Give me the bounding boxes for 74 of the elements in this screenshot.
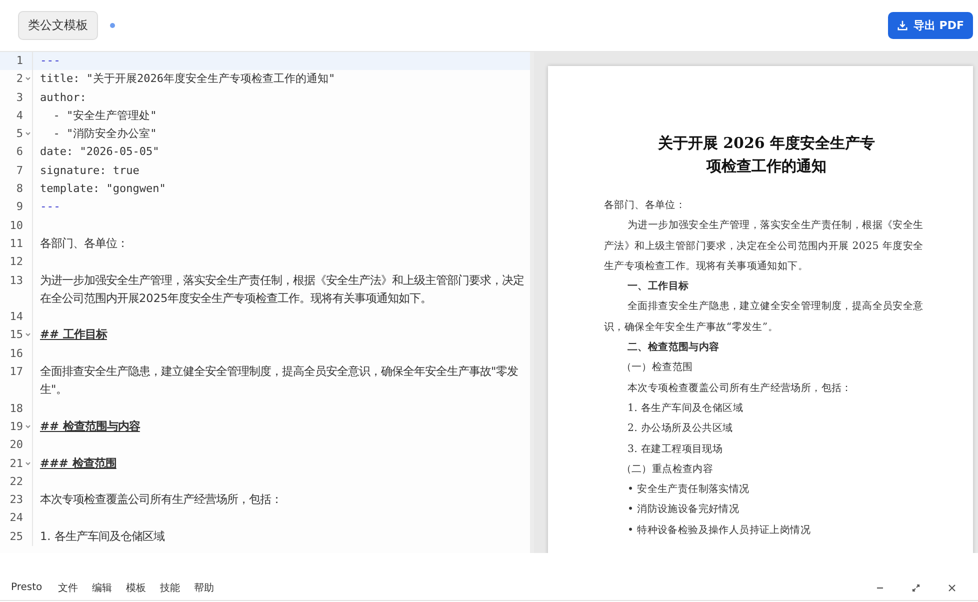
line-number: 11 (10, 236, 23, 252)
yaml-line: title: "关于开展2026年度安全生产专项检查工作的通知" (40, 72, 336, 86)
document-title: 关于开展 2026 年度安全生产专 (658, 133, 876, 154)
line-number: 3 (16, 90, 23, 106)
menu-item[interactable]: 技能 (160, 580, 180, 594)
list-item: 3. 在建工程项目现场 (626, 442, 724, 457)
line-number: 8 (16, 181, 23, 198)
line-number: 13 (10, 272, 23, 289)
list-item: 本次专项检查覆盖公司所有生产经营场所，包括： (626, 382, 853, 396)
yaml-line: signature: true (40, 164, 140, 177)
line-number: 22 (10, 474, 23, 490)
fold-chevron-icon[interactable] (25, 332, 31, 338)
yaml-line: date: "2026-05-05" (40, 145, 160, 158)
markdown-heading: ## 工作目标 (40, 328, 107, 342)
line-number: 4 (16, 108, 23, 124)
section-heading: 一、工作目标 (626, 280, 690, 294)
maximize-button[interactable] (911, 582, 921, 592)
frontmatter-delimiter: --- (40, 54, 60, 67)
line-number: 15 (10, 327, 23, 344)
line-number: 19 (10, 418, 23, 435)
yaml-line: template: "gongwen" (40, 182, 166, 196)
line-number: 1 (16, 53, 23, 69)
line-number: 5 (16, 126, 23, 142)
fold-chevron-icon[interactable] (25, 76, 31, 82)
download-icon (897, 20, 908, 31)
yaml-line: - "消防安全办公室" (52, 127, 157, 140)
markdown-text: 1. 各生产车间及仓储区域 (40, 530, 164, 543)
section-heading: 二、检查范围与内容 (626, 340, 720, 356)
list-item: 1. 各生产车间及仓储区域 (626, 402, 744, 416)
menu-item[interactable]: 文件 (58, 580, 78, 594)
menu-item[interactable]: 帮助 (194, 580, 214, 594)
menu-item[interactable]: 编辑 (92, 580, 112, 594)
subsection-heading: （一）检查范围 (620, 360, 694, 376)
line-number: 18 (10, 400, 23, 417)
line-number: 9 (16, 199, 23, 216)
app-name: Presto (11, 582, 42, 593)
line-number: 6 (16, 144, 23, 160)
close-button[interactable] (947, 582, 957, 592)
fold-chevron-icon[interactable] (25, 131, 31, 136)
line-number: 14 (10, 309, 23, 326)
list-item: 2. 办公场所及公共区域 (626, 422, 734, 436)
fold-chevron-icon[interactable] (25, 460, 31, 466)
line-number: 25 (10, 528, 23, 545)
markdown-heading: ## 检查范围与内容 (40, 420, 140, 433)
salutation: 各部门、各单位： (604, 198, 687, 213)
frontmatter-delimiter: --- (40, 200, 60, 214)
markdown-text: 全面排查安全生产隐患，建立健全安全管理制度，提高全员安全意识，确保全年安全生产事故"零发生"。 (40, 365, 518, 396)
markdown-text: 本次专项检查覆盖公司所有生产经营场所，包括： (40, 493, 282, 506)
menu-item[interactable]: 模板 (126, 580, 146, 594)
export-pdf-button[interactable]: 导出 PDF (888, 12, 973, 39)
list-item: • 安全生产责任制落实情况 (626, 482, 750, 498)
line-number: 24 (10, 510, 23, 526)
yaml-line: - "安全生产管理处" (52, 108, 157, 122)
template-button[interactable]: 类公文模板 (18, 11, 98, 40)
line-number: 20 (10, 437, 23, 454)
paragraph: 为进一步加强安全生产管理，落实安全生产责任制，根据《安全生产法》和上级主管部门要求，决定在全公司范围内开展 2025 年度安全生产专项检查工作。现将有关事项通知如下。 (604, 218, 924, 274)
subsection-heading: （二）重点检查内容 (620, 462, 714, 477)
line-number: 7 (16, 162, 23, 179)
list-item: • 特种设备检验及操作人员持证上岗情况 (626, 524, 812, 538)
line-number: 23 (10, 492, 23, 508)
fold-chevron-icon[interactable] (25, 424, 31, 429)
yaml-line: author: (40, 90, 86, 104)
markdown-text: 各部门、各单位： (40, 236, 128, 250)
paragraph: 全面排查安全生产隐患，建立健全安全管理制度，提高全员安全意识，确保全年安全生产事故“零发生”。 (604, 300, 924, 335)
line-number: 2 (16, 71, 23, 88)
markdown-text: 为进一步加强安全生产管理，落实安全生产责任制，根据《安全生产法》和上级主管部门要求，决定在全公司范围内开展2025年度安全生产专项检查工作。现将有关事项通知如下。 (40, 274, 524, 305)
document-title: 项检查工作的通知 (706, 156, 826, 177)
line-number: 12 (10, 254, 23, 270)
list-item: • 消防设施设备完好情况 (626, 502, 740, 518)
line-number: 21 (10, 456, 23, 472)
markdown-heading: ### 检查范围 (40, 456, 116, 470)
line-number: 16 (10, 346, 23, 362)
line-number: 10 (10, 218, 23, 234)
line-number: 17 (10, 364, 23, 380)
